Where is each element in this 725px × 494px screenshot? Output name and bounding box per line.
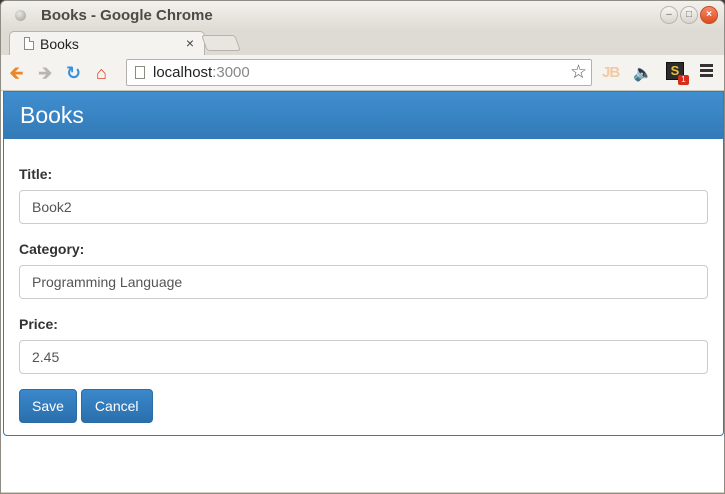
price-label: Price: (19, 316, 58, 332)
close-window-button[interactable]: × (700, 6, 718, 24)
category-input[interactable]: Programming Language (19, 265, 708, 299)
forward-arrow-icon[interactable]: 🡺 (38, 63, 53, 83)
address-bar[interactable]: localhost:3000 ☆ (126, 59, 592, 86)
title-group: Title: Book2 (19, 166, 708, 224)
new-tab-button[interactable] (201, 35, 241, 51)
window-controls: – □ × (660, 6, 718, 24)
url-text: localhost:3000 (153, 64, 250, 81)
cancel-button[interactable]: Cancel (80, 389, 153, 423)
page-icon (24, 37, 34, 50)
home-icon[interactable]: ⌂ (96, 63, 107, 83)
title-label: Title: (19, 166, 53, 182)
speaker-icon[interactable]: 🔈 (633, 63, 653, 83)
browser-toolbar: 🡸 🡺 ↻ ⌂ localhost:3000 ☆ JB 🔈 S 1 (1, 55, 724, 91)
browser-window: Books - Google Chrome – □ × Books × 🡸 🡺 … (0, 0, 725, 494)
jb-extension-icon[interactable]: JB (602, 64, 620, 81)
reload-icon[interactable]: ↻ (66, 63, 81, 83)
books-panel: Books Title: Book2 Category: Programming… (3, 91, 724, 436)
tab-strip: Books × (1, 31, 724, 55)
minimize-button[interactable]: – (660, 6, 678, 24)
window-title: Books - Google Chrome (41, 7, 213, 24)
title-input[interactable]: Book2 (19, 190, 708, 224)
maximize-button[interactable]: □ (680, 6, 698, 24)
page-viewport: Books Title: Book2 Category: Programming… (1, 91, 724, 493)
back-arrow-icon[interactable]: 🡸 (9, 63, 24, 83)
extension-badge: 1 (678, 75, 689, 85)
tab-books[interactable]: Books × (9, 31, 205, 55)
panel-heading: Books (4, 92, 723, 139)
book-form: Title: Book2 Category: Programming Langu… (4, 166, 723, 423)
price-input[interactable]: 2.45 (19, 340, 708, 374)
title-bar: Books - Google Chrome – □ × (1, 1, 724, 31)
category-group: Category: Programming Language (19, 241, 708, 299)
save-button[interactable]: Save (19, 389, 77, 423)
tab-label: Books (40, 36, 79, 52)
bookmark-star-icon[interactable]: ☆ (570, 61, 587, 84)
tab-close-button[interactable]: × (186, 35, 194, 51)
menu-icon[interactable] (700, 64, 713, 79)
price-group: Price: 2.45 (19, 316, 708, 374)
category-label: Category: (19, 241, 85, 257)
page-title: Books (20, 102, 84, 128)
form-buttons: Save Cancel (19, 389, 708, 423)
page-icon (135, 66, 145, 79)
app-icon (15, 10, 26, 21)
